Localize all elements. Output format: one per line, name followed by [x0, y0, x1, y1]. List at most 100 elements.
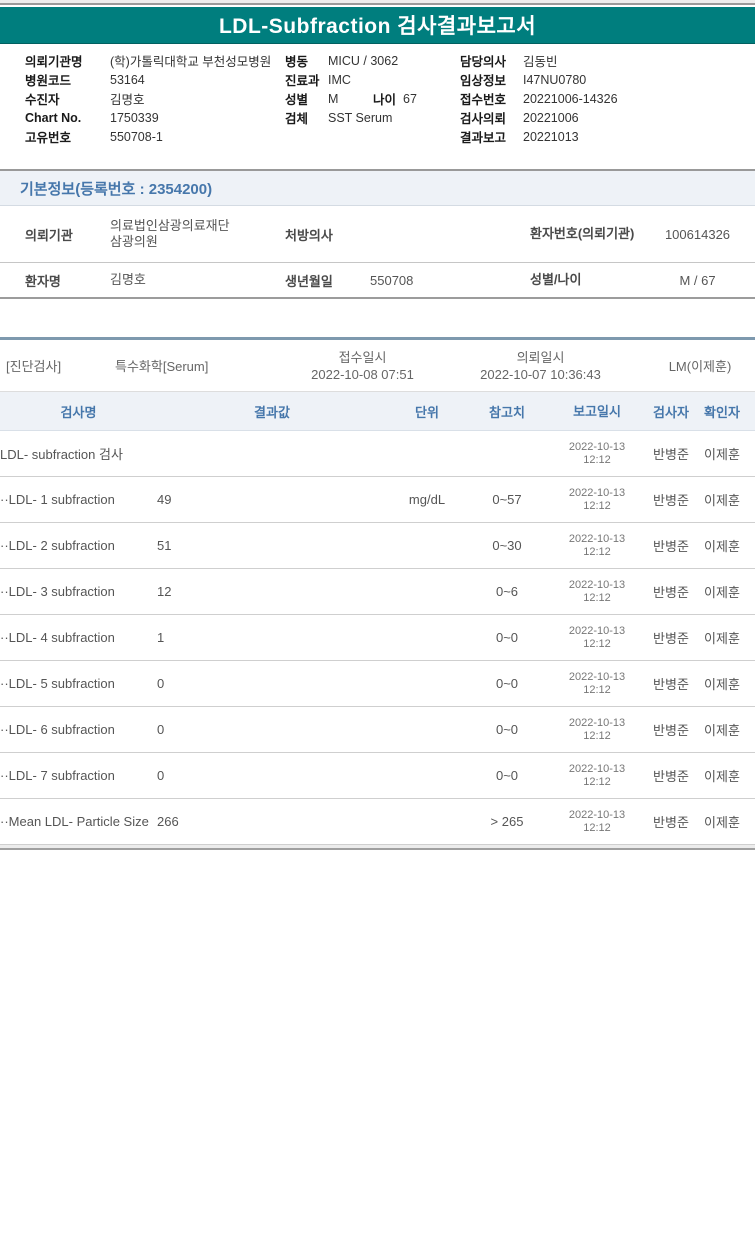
tester-cell: 반병준 [653, 769, 689, 784]
request-time: 2022-10-07 10:36:43 [480, 367, 601, 382]
field-label: 검체 [285, 112, 309, 126]
field-value: 20221013 [523, 129, 579, 144]
tester-cell: 반병준 [653, 447, 689, 462]
report-date: 2022-10-13 [568, 716, 626, 729]
receipt-datetime: 접수일시 2022-10-08 07:51 [290, 340, 435, 392]
patient-info-row: 담당의사 김동빈 [460, 51, 750, 70]
basic-info-row-1: 의뢰기관 의료법인삼광의료재단삼광의원 처방의사 환자번호(의뢰기관) 1006… [0, 206, 755, 263]
patient-number-label: 환자번호(의뢰기관) [530, 226, 635, 241]
patient-info-row: 접수번호 20221006-14326 [460, 89, 750, 108]
top-strip [0, 0, 755, 5]
report-datetime-cell: 2022-10-13 12:12 [547, 717, 647, 743]
field-label: 병동 [285, 55, 309, 69]
result-value-cell: 12 [157, 584, 172, 599]
col-header-report-datetime: 보고일시 [573, 403, 621, 419]
tester-cell: 반병준 [653, 631, 689, 646]
basic-info-section: 기본정보(등록번호 : 2354200) 의뢰기관 의료법인삼광의료재단삼광의원… [0, 169, 755, 299]
report-time: 12:12 [583, 591, 611, 604]
report-time: 12:12 [583, 499, 611, 512]
tester-cell: 반병준 [653, 723, 689, 738]
table-row: ··LDL- 1 subfraction 49 mg/dL 0~57 2022-… [0, 477, 755, 523]
title-bar: LDL-Subfraction 검사결과보고서 [0, 7, 755, 44]
test-name-cell: ··LDL- 3 subfraction [0, 584, 115, 599]
report-date: 2022-10-13 [568, 808, 626, 821]
field-value: 53164 [110, 72, 145, 87]
test-name-cell: ··LDL- 2 subfraction [0, 538, 115, 553]
patient-number-value: 100614326 [664, 226, 731, 242]
field-value: IMC [328, 72, 351, 87]
field-value: 김명호 [110, 93, 145, 107]
report-time: 12:12 [583, 637, 611, 650]
field-value: 20221006 [523, 110, 579, 125]
birthdate-label: 생년월일 [285, 273, 333, 289]
patient-info-row: 병원코드 53164 [25, 70, 285, 89]
field-label: 병원코드 [25, 74, 72, 88]
report-time: 12:12 [583, 729, 611, 742]
patient-info-row: 진료과 IMC [285, 70, 460, 89]
field-value: 김동빈 [523, 55, 558, 69]
tester-cell: 반병준 [653, 493, 689, 508]
table-row: ··LDL- 7 subfraction 0 0~0 2022-10-13 12… [0, 753, 755, 799]
field-label: 검사의뢰 [460, 112, 507, 126]
report-time: 12:12 [583, 453, 611, 466]
report-datetime-cell: 2022-10-13 12:12 [547, 579, 647, 605]
basic-info-title: 기본정보(등록번호 : 2354200) [20, 180, 213, 198]
patient-info-row: 임상정보 I47NU0780 [460, 70, 750, 89]
report-datetime-cell: 2022-10-13 12:12 [547, 533, 647, 559]
field-label-secondary: 나이 [373, 93, 397, 107]
reference-range-cell: 0~6 [495, 584, 519, 599]
report-date: 2022-10-13 [568, 532, 626, 545]
report-date: 2022-10-13 [568, 578, 626, 591]
patient-info-row: Chart No. 1750339 [25, 108, 285, 127]
col-header-tester: 검사자 [653, 404, 689, 420]
reference-range-cell: 0~0 [495, 722, 519, 737]
result-value-cell: 266 [157, 814, 179, 829]
report-time: 12:12 [583, 683, 611, 696]
report-time: 12:12 [583, 821, 611, 834]
basic-info-row-2: 환자명 김명호 생년월일 550708 성별/나이 M / 67 [0, 263, 755, 297]
test-name-cell: ··Mean LDL- Particle Size [0, 814, 149, 829]
patient-info-col-2: 병동 MICU / 3062 진료과 IMC 성별 M 나이 67 검체 SST… [285, 51, 460, 127]
birthdate-value: 550708 [370, 272, 414, 288]
patient-info-row: 병동 MICU / 3062 [285, 51, 460, 70]
report-datetime-cell: 2022-10-13 12:12 [547, 487, 647, 513]
field-label: 수진자 [25, 93, 60, 107]
result-value-cell: 0 [157, 722, 165, 737]
report-date: 2022-10-13 [568, 440, 626, 453]
field-label: 담당의사 [460, 55, 507, 69]
table-row: LDL- subfraction 검사 2022-10-13 12:12 반병준… [0, 431, 755, 477]
report-datetime-cell: 2022-10-13 12:12 [547, 671, 647, 697]
test-name-cell: ··LDL- 5 subfraction [0, 676, 115, 691]
report-page: LDL-Subfraction 검사결과보고서 의뢰기관명 (학)가톨릭대학교 … [0, 0, 755, 1242]
confirmer-cell: 이제훈 [704, 723, 740, 738]
test-name-cell: ··LDL- 1 subfraction [0, 492, 115, 507]
field-value: MICU / 3062 [328, 53, 399, 68]
patient-info-row: 결과보고 20221013 [460, 127, 750, 146]
field-label: 결과보고 [460, 131, 507, 145]
reference-range-cell: 0~0 [495, 630, 519, 645]
results-table-header: 검사명 결과값 단위 참고치 보고일시 검사자 확인자 [0, 392, 755, 431]
table-row: ··LDL- 4 subfraction 1 0~0 2022-10-13 12… [0, 615, 755, 661]
receipt-time: 2022-10-08 07:51 [311, 367, 414, 382]
tester-cell: 반병준 [653, 677, 689, 692]
result-value-cell: 1 [157, 630, 165, 645]
patient-info-row: 검사의뢰 20221006 [460, 108, 750, 127]
field-label: 고유번호 [25, 131, 72, 145]
table-footer-strip [0, 845, 755, 850]
page-title: LDL-Subfraction 검사결과보고서 [218, 15, 537, 38]
test-name-cell: ··LDL- 7 subfraction [0, 768, 115, 783]
receipt-label: 접수일시 [338, 350, 387, 365]
report-date: 2022-10-13 [568, 624, 626, 637]
result-value-cell: 51 [157, 538, 172, 553]
field-label: Chart No. [25, 110, 82, 125]
report-datetime-cell: 2022-10-13 12:12 [547, 625, 647, 651]
basic-info-header: 기본정보(등록번호 : 2354200) [0, 171, 755, 206]
col-header-test-name: 검사명 [60, 404, 97, 420]
results-table-body: LDL- subfraction 검사 2022-10-13 12:12 반병준… [0, 431, 755, 845]
field-value: (학)가톨릭대학교 부천성모병원 [110, 55, 272, 69]
patient-name-label: 환자명 [25, 273, 61, 289]
field-value: 550708-1 [110, 129, 163, 144]
col-header-result: 결과값 [254, 404, 290, 420]
col-header-unit: 단위 [415, 404, 439, 420]
diagnostic-summary-row: [진단검사] 특수화학[Serum] 접수일시 2022-10-08 07:51… [0, 340, 755, 392]
